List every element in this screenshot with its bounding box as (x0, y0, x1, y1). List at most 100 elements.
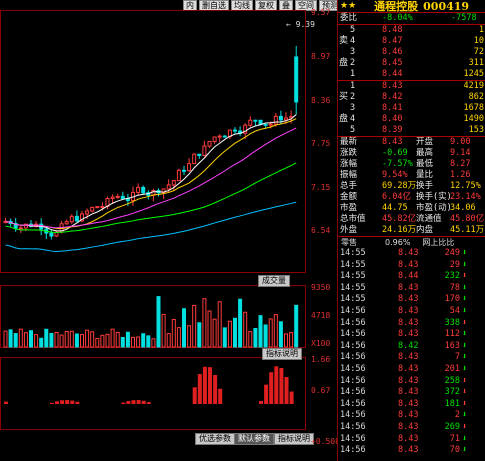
volume-bar (74, 333, 79, 348)
indicator-bar (75, 401, 80, 404)
candle-body (100, 205, 105, 208)
volume-bar (29, 330, 33, 348)
volume-bar (202, 298, 207, 348)
tick-row: 14:55 8.43 170 ⬇ (338, 294, 485, 306)
candle-body (90, 206, 95, 212)
buys-row[interactable]: 1 8.43 4219 (338, 81, 485, 92)
indicator-bar (70, 400, 75, 404)
stat-v2: 1.26 (450, 170, 471, 180)
volume-bar (39, 337, 44, 348)
tick-price: 8.43 (398, 375, 419, 386)
optimal-params-button[interactable]: 优选参数 (195, 433, 235, 445)
tick-row: 14:56 8.42 163 ⬇ (338, 341, 485, 353)
volume-bar (85, 329, 90, 348)
stat-row: 涨跌 -0.69 最高 9.14 (338, 148, 485, 159)
sells-price: 8.47 (382, 36, 403, 46)
buys-row[interactable]: 5 8.39 153 (338, 125, 485, 136)
tick-row: 14:55 8.43 78 ⬇ (338, 283, 485, 295)
stat-v2: 34.06 (450, 203, 476, 213)
ind-axis-2: 0.67 (311, 386, 331, 395)
tab-net[interactable]: 网上比比 (419, 237, 457, 248)
volume-bar (284, 333, 288, 348)
stat-l1: 总手 (340, 181, 358, 191)
tick-volume: 163 (444, 340, 460, 351)
stat-v1: 9.54% (382, 170, 408, 180)
indicator-desc-button[interactable]: 指标说明 (274, 433, 314, 445)
sells-row[interactable]: 3 8.46 72 (338, 47, 485, 58)
indicator-bar (264, 384, 269, 404)
volume-bar (289, 332, 294, 348)
tick-price: 8.43 (398, 363, 419, 374)
indicator-bar (121, 402, 126, 404)
volume-bar (34, 334, 39, 348)
volume-label-button[interactable]: 成交量 (258, 275, 290, 287)
tick-price: 8.43 (398, 421, 419, 432)
tick-volume: 78 (449, 282, 460, 293)
down-arrow-icon: ⬇ (462, 340, 468, 351)
candle-body (273, 115, 278, 125)
candle-body (248, 119, 253, 126)
candle-body (258, 119, 263, 125)
volume-bar (125, 331, 130, 348)
weibi-label: 委比 (340, 13, 358, 23)
tick-row: 14:56 8.43 258 ⬇ (338, 376, 485, 388)
kline-chart[interactable] (0, 0, 336, 461)
indicator-bar (192, 387, 197, 404)
buys-price: 8.41 (382, 103, 403, 113)
sells-row[interactable]: 5 8.48 1 (338, 25, 485, 36)
tick-row: 14:56 8.43 7 ⬇ (338, 352, 485, 364)
candle-body (253, 119, 258, 122)
tick-volume: 71 (449, 433, 460, 444)
volume-bar (69, 330, 74, 348)
default-params-button[interactable]: 默认参数 (234, 433, 274, 445)
volume-bar (136, 336, 141, 348)
volume-bar (100, 334, 105, 348)
stat-l1: 最新 (340, 137, 358, 147)
indicator-label-button[interactable]: 指标说明 (262, 348, 302, 360)
buys-vol: 4219 (463, 81, 484, 91)
stat-v1: 8.43 (382, 137, 403, 147)
high-marker: ← 9.39 (286, 20, 315, 29)
tick-time: 14:56 (340, 421, 366, 432)
stat-row: 市盈 44.75 市盈(动) 34.06 (338, 203, 485, 214)
tick-row: 14:56 8.43 372 ⬇ (338, 387, 485, 399)
stars-icon[interactable]: ★★ (340, 1, 356, 11)
buys-row[interactable]: 2 8.42 862 买 (338, 92, 485, 103)
down-arrow-icon: ⬇ (462, 363, 468, 374)
volume-bar (115, 331, 120, 348)
tick-price: 8.43 (398, 387, 419, 398)
sells-side-label: 盘 (339, 58, 349, 68)
down-arrow-icon: ⬇ (462, 445, 468, 456)
candle-body (176, 169, 181, 182)
tick-volume: 249 (444, 248, 460, 258)
candle-body (136, 186, 141, 193)
tick-time: 14:55 (340, 294, 366, 305)
candle-body (222, 135, 227, 138)
stat-row: 最新 8.43 开盘 9.00 (338, 137, 485, 148)
tick-price: 8.43 (398, 410, 419, 421)
tick-row: 14:56 8.43 2 ⬇ (338, 410, 485, 422)
stat-v1: -7.57% (382, 159, 413, 169)
stat-v1: 6.04亿 (382, 192, 411, 202)
stat-l2: 内盘 (416, 225, 434, 235)
buys-vol: 1490 (463, 114, 484, 124)
sells-row[interactable]: 1 8.44 1245 (338, 69, 485, 80)
tab-retail[interactable]: 零售 (338, 237, 360, 248)
tick-time: 14:56 (340, 398, 366, 409)
tick-price: 8.42 (398, 340, 419, 351)
tick-time: 14:55 (340, 282, 366, 293)
buys-row[interactable]: 3 8.41 1678 (338, 103, 485, 114)
stat-l2: 流通值 (416, 214, 442, 224)
tick-volume: 29 (449, 259, 460, 270)
tick-price: 8.43 (398, 398, 419, 409)
stat-l2: 量比 (416, 170, 434, 180)
sells-lvl: 3 (350, 47, 356, 57)
sells-price: 8.45 (382, 58, 403, 68)
buys-row[interactable]: 4 8.40 1490 盘 (338, 114, 485, 125)
sells-lvl: 1 (350, 69, 356, 79)
quote-panel: ★★ 通程控股 000419 委比 -8.04% -7578 5 8.48 1 4 8.… (337, 0, 485, 461)
sells-row[interactable]: 2 8.45 311 盘 (338, 58, 485, 69)
sells-row[interactable]: 4 8.47 10 卖 (338, 36, 485, 47)
indicator-bar (141, 400, 146, 404)
stat-l2: 最高 (416, 148, 434, 158)
